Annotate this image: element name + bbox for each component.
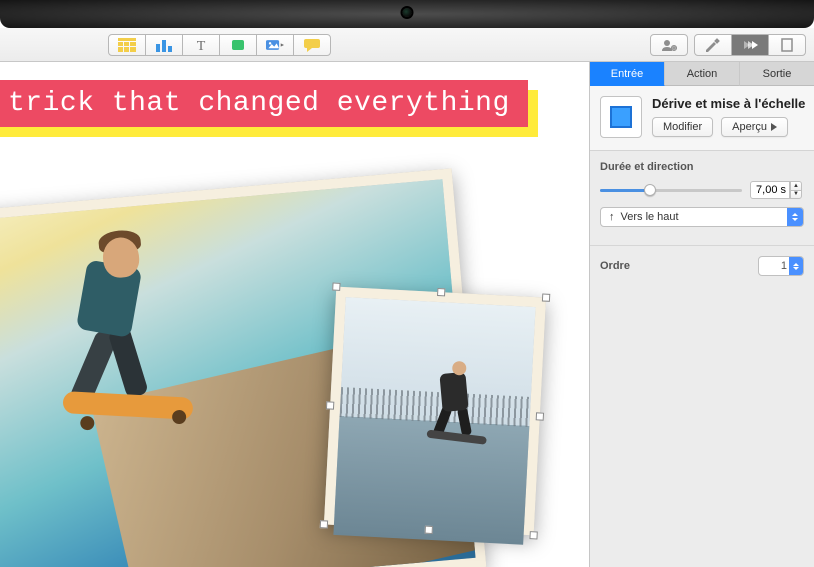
table-icon <box>118 38 136 52</box>
shape-icon <box>229 38 247 52</box>
modify-button[interactable]: Modifier <box>652 117 713 137</box>
animation-thumbnail <box>600 96 642 138</box>
format-inspector-button[interactable] <box>694 34 732 56</box>
insert-table-button[interactable] <box>108 34 146 56</box>
play-icon <box>771 123 777 131</box>
svg-text:T: T <box>197 39 206 52</box>
duration-field[interactable] <box>750 181 790 199</box>
photo-small-skater[interactable] <box>324 287 546 536</box>
insert-comment-button[interactable] <box>293 34 331 56</box>
tab-entry[interactable]: Entrée <box>590 62 665 86</box>
resize-handle[interactable] <box>542 293 550 301</box>
stepper-down[interactable]: ▼ <box>790 190 802 200</box>
stepper-up[interactable]: ▲ <box>790 181 802 190</box>
text-icon: T <box>192 38 210 52</box>
animation-header: Dérive et mise à l'échelle Modifier Aper… <box>590 86 814 151</box>
document-icon <box>778 38 796 52</box>
order-popup[interactable]: 1 <box>758 256 804 276</box>
right-group <box>644 34 806 56</box>
slide-title-text[interactable]: trick that changed everything <box>0 80 528 127</box>
laptop-bezel <box>0 0 814 28</box>
arrow-up-icon: ↑ <box>609 211 615 223</box>
preview-button[interactable]: Aperçu <box>721 117 788 137</box>
insert-chart-button[interactable] <box>145 34 183 56</box>
slider-thumb[interactable] <box>644 184 656 196</box>
inspector-tabs: Entrée Action Sortie <box>590 62 814 86</box>
animation-name: Dérive et mise à l'échelle <box>652 96 804 111</box>
insert-text-button[interactable]: T <box>182 34 220 56</box>
chevron-updown-icon <box>789 257 803 275</box>
order-label: Ordre <box>600 260 758 272</box>
animate-icon <box>741 38 759 52</box>
comment-icon <box>303 38 321 52</box>
chart-icon <box>155 38 173 52</box>
resize-handle[interactable] <box>536 412 544 420</box>
collaborate-button[interactable] <box>650 34 688 56</box>
format-icon <box>704 38 722 52</box>
insert-group: T <box>108 34 331 56</box>
order-row: Ordre 1 <box>590 250 814 282</box>
duration-section: Durée et direction ▲ ▼ ↑ Vers le haut <box>590 151 814 241</box>
insert-media-button[interactable] <box>256 34 294 56</box>
media-icon <box>266 38 284 52</box>
duration-slider[interactable] <box>600 183 742 197</box>
duration-direction-label: Durée et direction <box>600 161 804 173</box>
slide-canvas[interactable]: trick that changed everything <box>0 62 589 567</box>
tab-exit[interactable]: Sortie <box>740 62 814 86</box>
chevron-updown-icon <box>787 208 803 226</box>
drift-scale-icon <box>610 106 632 128</box>
divider <box>590 245 814 246</box>
direction-value: Vers le haut <box>621 211 679 223</box>
order-value: 1 <box>781 260 787 272</box>
duration-stepper[interactable]: ▲ ▼ <box>790 181 802 199</box>
inspector-panel: Entrée Action Sortie Dérive et mise à l'… <box>589 62 814 567</box>
toolbar: T <box>0 28 814 62</box>
tab-action[interactable]: Action <box>665 62 740 86</box>
resize-handle[interactable] <box>529 531 537 539</box>
insert-shape-button[interactable] <box>219 34 257 56</box>
camera-icon <box>403 8 412 17</box>
collaborate-icon <box>660 38 678 52</box>
animate-inspector-button[interactable] <box>731 34 769 56</box>
document-inspector-button[interactable] <box>768 34 806 56</box>
direction-popup[interactable]: ↑ Vers le haut <box>600 207 804 227</box>
